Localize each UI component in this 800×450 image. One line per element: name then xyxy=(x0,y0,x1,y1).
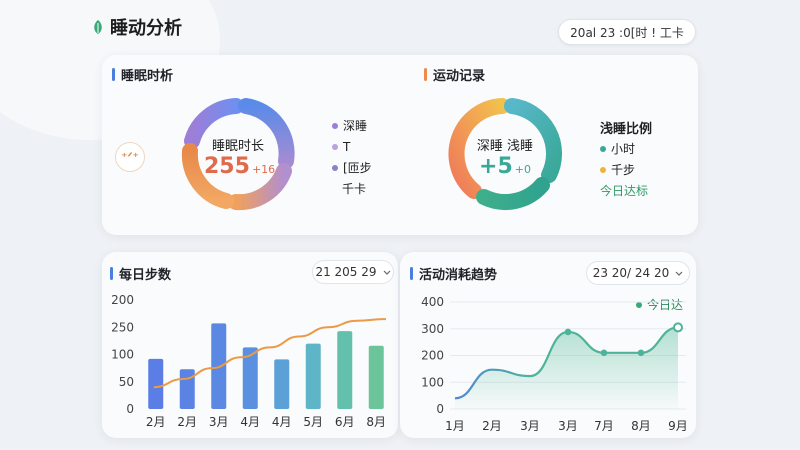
data-point xyxy=(673,322,683,333)
x-tick-label: 1月 xyxy=(445,419,465,433)
x-tick-label: 4月 xyxy=(272,415,292,429)
x-tick-label: 2月 xyxy=(177,415,197,429)
bar xyxy=(305,343,321,409)
y-tick-label: 200 xyxy=(421,349,444,363)
x-tick-label: 2月 xyxy=(146,415,166,429)
x-tick-label: 6月 xyxy=(335,415,355,429)
x-tick-label: 8月 xyxy=(366,415,386,429)
data-point xyxy=(564,328,572,336)
x-tick-label: 5月 xyxy=(303,415,323,429)
x-tick-label: 8月 xyxy=(631,419,651,433)
bar xyxy=(337,331,353,409)
x-tick-label: 2月 xyxy=(482,419,502,433)
bar xyxy=(368,345,384,409)
bar xyxy=(274,359,290,409)
area-fill xyxy=(455,327,678,409)
x-tick-label: 4月 xyxy=(240,415,260,429)
data-point xyxy=(600,349,608,357)
steps-bar-chart: 0 50 100 250 200 2月 2月 3月 4月 4月 5月 6月 8月 0 100 200 300 40… xyxy=(111,293,688,433)
y-tick-label: 0 xyxy=(126,402,134,416)
y-tick-label: 50 xyxy=(119,375,134,389)
x-tick-label: 3月 xyxy=(209,415,229,429)
x-tick-label: 3月 xyxy=(520,419,540,433)
y-tick-label: 0 xyxy=(436,402,444,416)
bar xyxy=(179,369,195,409)
y-tick-label: 100 xyxy=(111,348,134,362)
y-tick-label: 100 xyxy=(421,375,444,389)
y-tick-label: 200 xyxy=(111,293,134,307)
data-point xyxy=(637,349,645,357)
x-tick-label: 3月 xyxy=(558,419,578,433)
x-tick-label: 7月 xyxy=(594,419,614,433)
y-tick-label: 250 xyxy=(111,320,134,334)
y-tick-label: 300 xyxy=(421,322,444,336)
bar xyxy=(148,358,164,409)
y-tick-label: 400 xyxy=(421,295,444,309)
x-tick-label: 9月 xyxy=(668,419,688,433)
